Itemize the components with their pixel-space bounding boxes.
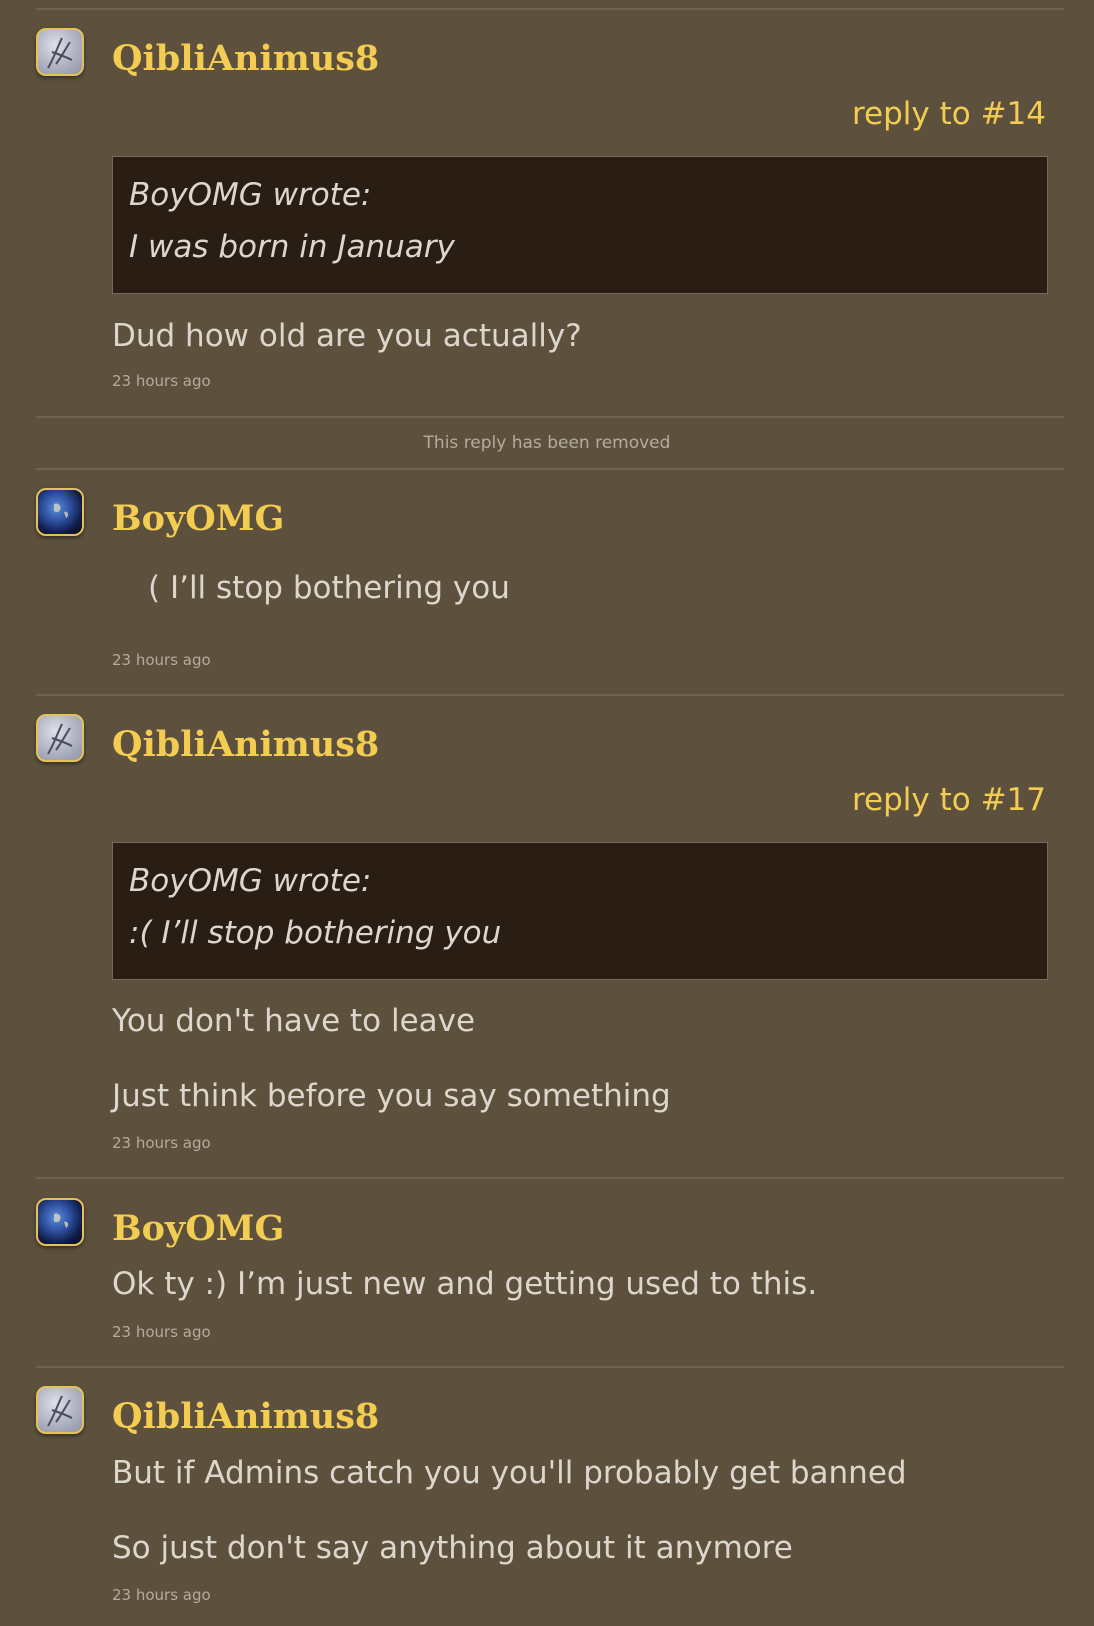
reply-to-link[interactable]: reply to #17: [852, 782, 1046, 818]
timestamp: 23 hours ago: [112, 372, 211, 390]
quote-author: BoyOMG wrote:: [129, 863, 372, 899]
quote-text: I was born in January: [129, 229, 455, 265]
quote-author: BoyOMG wrote:: [129, 177, 372, 213]
message-text: So just don't say anything about it anym…: [112, 1530, 793, 1566]
username-link[interactable]: QibliAnimus8: [112, 38, 379, 79]
divider: [36, 1366, 1064, 1368]
quote-block: BoyOMG wrote: I was born in January: [112, 156, 1048, 294]
earth-avatar-icon: [53, 503, 69, 518]
message-text: You don't have to leave: [112, 1003, 476, 1039]
username-link[interactable]: QibliAnimus8: [112, 724, 379, 765]
message-text: Just think before you say something: [112, 1078, 671, 1114]
quote-block: BoyOMG wrote: :( I’ll stop bothering you: [112, 842, 1048, 980]
timestamp: 23 hours ago: [112, 651, 211, 669]
avatar-icon[interactable]: [36, 28, 84, 76]
sketch-avatar-icon: [47, 1395, 73, 1427]
avatar-icon[interactable]: [36, 714, 84, 762]
divider: [36, 416, 1064, 418]
message-text: But if Admins catch you you'll probably …: [112, 1455, 907, 1491]
sketch-avatar-icon: [47, 723, 73, 755]
avatar-icon[interactable]: [36, 1198, 84, 1246]
timestamp: 23 hours ago: [112, 1586, 211, 1604]
sketch-avatar-icon: [47, 37, 73, 69]
timestamp: 23 hours ago: [112, 1134, 211, 1152]
message-text: Dud how old are you actually?: [112, 318, 582, 354]
timestamp: 23 hours ago: [112, 1323, 211, 1341]
removed-reply-notice: This reply has been removed: [423, 433, 671, 453]
divider: [36, 8, 1064, 10]
avatar-icon[interactable]: [36, 1386, 84, 1434]
avatar-icon[interactable]: [36, 488, 84, 536]
earth-avatar-icon: [53, 1213, 69, 1228]
comment-thread: QibliAnimus8 reply to #14 BoyOMG wrote: …: [0, 0, 1094, 1626]
username-link[interactable]: QibliAnimus8: [112, 1396, 379, 1437]
username-link[interactable]: BoyOMG: [112, 1208, 284, 1249]
reply-to-link[interactable]: reply to #14: [852, 96, 1046, 132]
username-link[interactable]: BoyOMG: [112, 498, 284, 539]
divider: [36, 694, 1064, 696]
message-text: Ok ty :) I’m just new and getting used t…: [112, 1266, 818, 1302]
message-text: ( I’ll stop bothering you: [148, 570, 510, 606]
divider: [36, 1177, 1064, 1179]
divider: [36, 468, 1064, 470]
quote-text: :( I’ll stop bothering you: [129, 915, 502, 951]
